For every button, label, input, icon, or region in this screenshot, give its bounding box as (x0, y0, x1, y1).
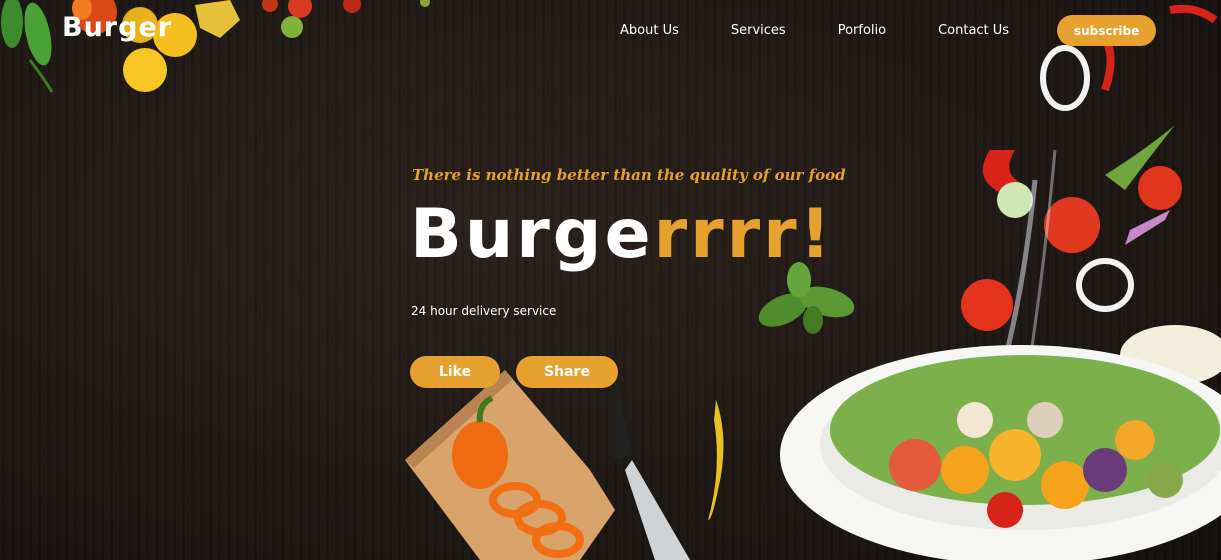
hero-title-accent: rrrr! (653, 195, 834, 274)
hero-title: Burgerrrr! (410, 190, 834, 280)
salad-bowl-image (780, 4, 1221, 560)
hero-title-white: Burge (410, 195, 654, 274)
cutting-board-image (405, 370, 724, 560)
hero-subtitle: 24 hour delivery service (411, 304, 557, 318)
share-button[interactable]: Share (516, 356, 618, 388)
logo[interactable]: Burger (62, 12, 172, 43)
nav-about-us[interactable]: About Us (620, 16, 679, 46)
main-nav: About Us Services Porfolio Contact Us su… (620, 15, 1157, 46)
hero-tagline: There is nothing better than the quality… (412, 166, 846, 184)
nav-contact-us[interactable]: Contact Us (938, 16, 1009, 46)
nav-portfolio[interactable]: Porfolio (838, 16, 886, 46)
nav-services[interactable]: Services (731, 16, 786, 46)
subscribe-button[interactable]: subscribe (1057, 15, 1157, 46)
like-button[interactable]: Like (410, 356, 500, 388)
